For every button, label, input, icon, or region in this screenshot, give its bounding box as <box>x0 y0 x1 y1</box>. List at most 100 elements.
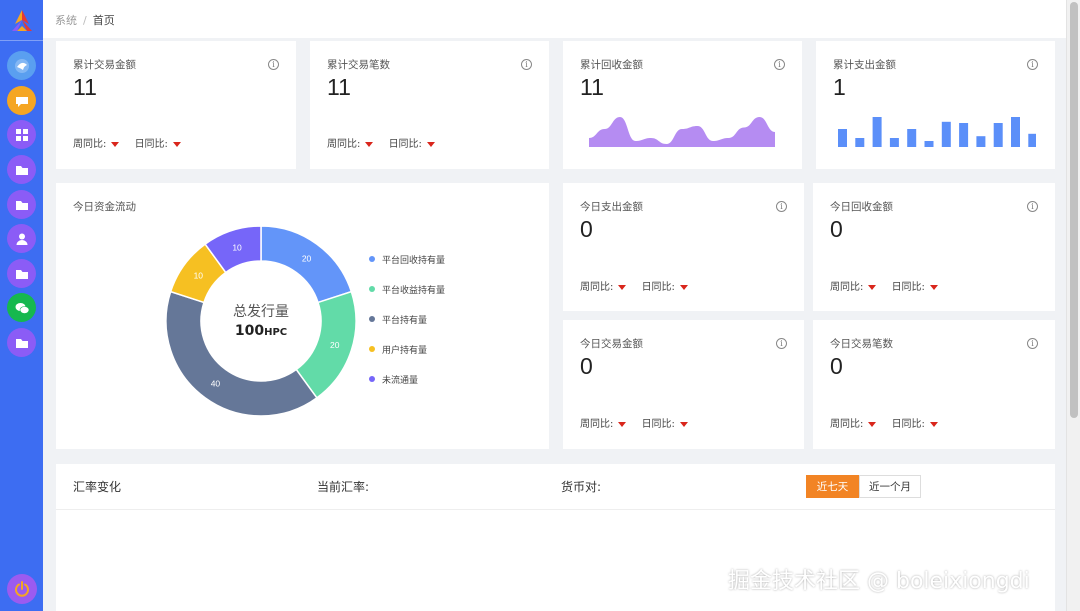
area-fill <box>589 117 775 147</box>
card-value: 0 <box>830 216 843 242</box>
compare-row: 周同比: 日同比: <box>327 135 447 150</box>
day-compare-label: 日同比: <box>641 282 675 293</box>
sidebar <box>0 0 43 611</box>
scrollbar-thumb[interactable] <box>1070 2 1078 418</box>
card-value: 11 <box>73 74 97 100</box>
down-arrow-icon <box>618 421 627 427</box>
sidebar-nav-button[interactable] <box>7 155 36 184</box>
week-compare-label: 周同比: <box>830 419 864 430</box>
bar <box>924 141 934 147</box>
sidebar-nav-button[interactable] <box>7 293 36 322</box>
sidebar-nav-button[interactable] <box>7 259 36 288</box>
down-arrow-icon <box>111 141 120 147</box>
bar <box>959 123 969 147</box>
topbar: 系统 / 首页 <box>43 0 1066 38</box>
info-icon[interactable]: i <box>776 338 787 349</box>
card-value: 1 <box>833 74 846 100</box>
down-arrow-icon <box>929 284 938 290</box>
sidebar-nav-button[interactable] <box>7 51 36 80</box>
bar <box>941 121 951 147</box>
exchange-title: 汇率变化 <box>73 480 122 494</box>
bar-mini-chart <box>838 117 1036 147</box>
stat-card-total-expense: 累计支出金额 i 1 <box>816 41 1055 169</box>
sidebar-nav-button[interactable] <box>7 120 36 149</box>
info-icon[interactable]: i <box>521 59 532 70</box>
bar <box>889 138 899 147</box>
stat-card-total-recycle: 累计回收金额 i 11 <box>563 41 802 169</box>
legend-item[interactable]: 平台持有量 <box>369 313 445 343</box>
legend-item[interactable]: 用户持有量 <box>369 343 445 373</box>
sidebar-divider <box>0 40 43 41</box>
down-arrow-icon <box>426 141 435 147</box>
stat-card-today-expense: 今日支出金额 i 0 周同比: 日同比: <box>563 183 804 311</box>
currency-pair-label: 货币对: <box>561 480 602 494</box>
stat-card-total-count: 累计交易笔数 i 11 周同比: 日同比: <box>310 41 549 169</box>
compare-row: 周同比: 日同比: <box>580 278 700 293</box>
legend-dot <box>369 346 375 352</box>
legend-dot <box>369 256 375 262</box>
card-value: 11 <box>580 74 604 100</box>
last-month-button[interactable]: 近一个月 <box>859 475 921 498</box>
card-title: 今日交易金额 <box>580 338 643 350</box>
info-icon[interactable]: i <box>1027 59 1038 70</box>
divider <box>56 509 1055 510</box>
legend-label: 平台回收持有量 <box>382 256 446 266</box>
donut-slice-label: 10 <box>194 270 204 280</box>
down-arrow-icon <box>868 284 877 290</box>
down-arrow-icon <box>868 421 877 427</box>
compare-row: 周同比: 日同比: <box>830 415 950 430</box>
legend-item[interactable]: 未流通量 <box>369 373 445 403</box>
compare-row: 周同比: 日同比: <box>830 278 950 293</box>
legend-label: 平台持有量 <box>382 316 428 326</box>
info-icon[interactable]: i <box>1027 201 1038 212</box>
down-arrow-icon <box>679 284 688 290</box>
bird-avatar-icon <box>14 58 29 73</box>
down-arrow-icon <box>679 421 688 427</box>
sidebar-nav-button[interactable] <box>7 86 36 115</box>
stat-card-today-recycle: 今日回收金额 i 0 周同比: 日同比: <box>813 183 1055 311</box>
card-value: 0 <box>580 353 593 379</box>
bar <box>838 129 847 147</box>
legend-item[interactable]: 平台回收持有量 <box>369 253 445 283</box>
bar <box>976 136 986 147</box>
legend-label: 用户持有量 <box>382 346 428 356</box>
donut-slice-label: 20 <box>302 253 312 263</box>
logo-icon[interactable] <box>9 8 35 34</box>
legend-dot <box>369 316 375 322</box>
day-compare-label: 日同比: <box>891 419 925 430</box>
breadcrumb-root[interactable]: 系统 <box>55 14 77 27</box>
sidebar-nav-button[interactable] <box>7 224 36 253</box>
donut-center-unit: HPC <box>264 327 288 338</box>
current-rate-label: 当前汇率: <box>317 480 370 494</box>
card-title: 今日回收金额 <box>830 201 893 213</box>
legend-dot <box>369 376 375 382</box>
legend-label: 平台收益持有量 <box>382 286 446 296</box>
donut-slice[interactable] <box>260 225 353 304</box>
last-seven-days-button[interactable]: 近七天 <box>806 475 859 498</box>
legend-item[interactable]: 平台收益持有量 <box>369 283 445 313</box>
wechat-icon <box>15 302 29 314</box>
card-title: 累计交易笔数 <box>327 59 390 71</box>
sidebar-nav-button[interactable] <box>7 190 36 219</box>
sidebar-nav-button[interactable] <box>7 328 36 357</box>
down-arrow-icon <box>365 141 374 147</box>
info-icon[interactable]: i <box>774 59 785 70</box>
day-compare-label: 日同比: <box>388 139 422 150</box>
card-title: 累计支出金额 <box>833 59 896 71</box>
day-compare-label: 日同比: <box>891 282 925 293</box>
power-button[interactable] <box>7 574 37 604</box>
bar <box>1028 133 1036 147</box>
breadcrumb: 系统 / 首页 <box>55 12 115 28</box>
info-icon[interactable]: i <box>776 201 787 212</box>
card-title: 累计回收金额 <box>580 59 643 71</box>
area-mini-chart <box>589 117 775 147</box>
info-icon[interactable]: i <box>268 59 279 70</box>
power-icon <box>15 581 29 597</box>
bar <box>993 123 1003 147</box>
card-title: 累计交易金额 <box>73 59 136 71</box>
card-value: 0 <box>830 353 843 379</box>
breadcrumb-current: 首页 <box>92 14 115 27</box>
info-icon[interactable]: i <box>1027 338 1038 349</box>
donut-slice-label: 10 <box>232 242 242 252</box>
page-scrollbar[interactable] <box>1066 0 1080 611</box>
